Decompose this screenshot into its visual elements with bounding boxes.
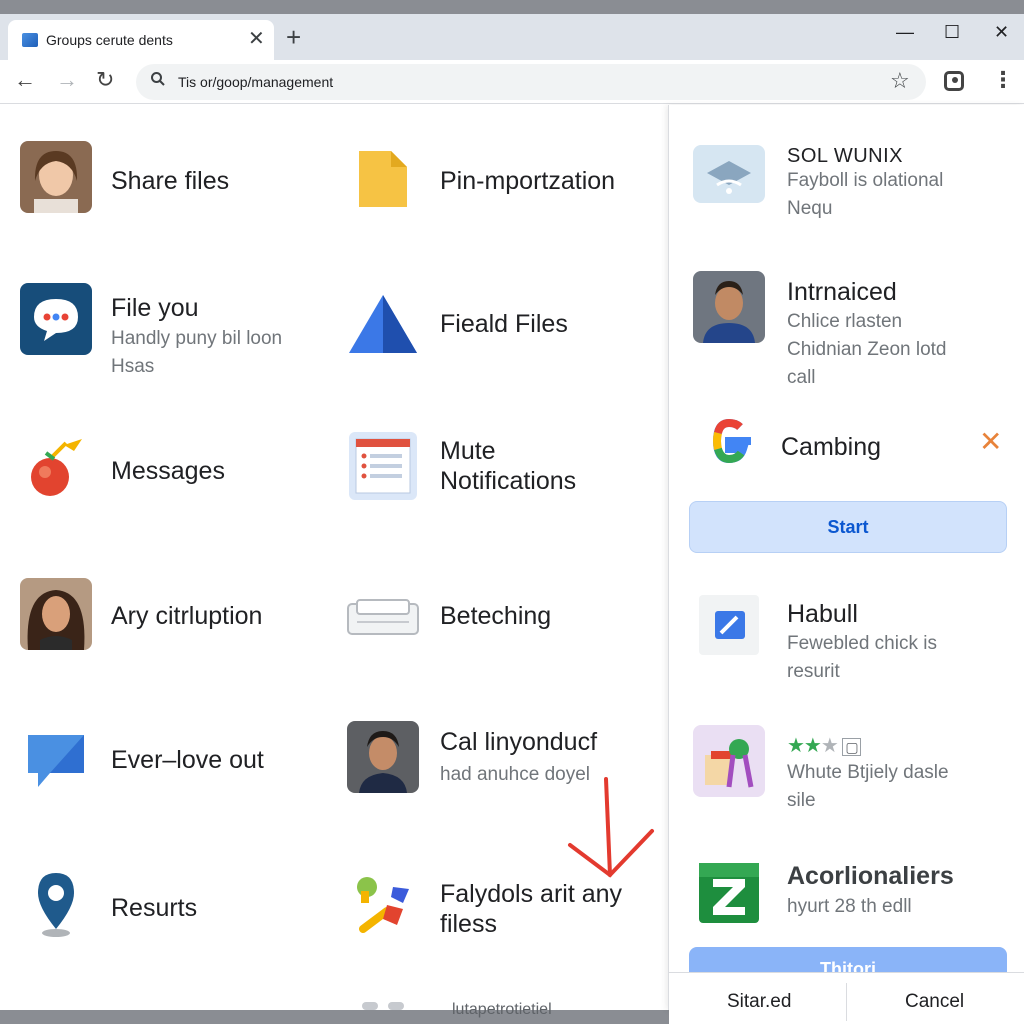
- pagination-dots[interactable]: [362, 997, 414, 1015]
- card-subtitle: Fewebled chick is resurit: [787, 633, 937, 682]
- rating-stars: ★★★ ▢: [787, 733, 861, 758]
- extension-icon[interactable]: [944, 71, 964, 91]
- message-icon: [28, 735, 84, 787]
- tab-title: Groups cerute dents: [46, 32, 173, 48]
- folder-icon: [359, 151, 407, 207]
- google-g-icon: [712, 418, 751, 464]
- back-button[interactable]: ←: [14, 66, 36, 94]
- card-subtitle: Chlice rlasten Chidnian Zeon lotd call: [787, 311, 947, 388]
- item-title: Cal linyonducf: [440, 728, 598, 756]
- browser-window: Groups cerute dents ✕ + — ☐ ✕ ← → ↻ Tis …: [0, 14, 1024, 1024]
- forward-button[interactable]: →: [56, 66, 78, 94]
- drive-triangle-icon: [349, 295, 417, 353]
- wifi-cloud-icon: [693, 145, 765, 203]
- dismiss-icon[interactable]: ✕: [979, 427, 1002, 457]
- side-panel: SOL WUNIX Fayboll is olational Nequ Intr…: [668, 105, 1024, 1024]
- app-illustration-icon: [693, 725, 765, 797]
- bookmark-star-icon[interactable]: ☆: [890, 68, 910, 94]
- shapes-icon: [357, 877, 409, 933]
- browser-menu-button[interactable]: ⋮: [992, 67, 1014, 93]
- fruit-icon: [31, 439, 82, 496]
- item-title: Messages: [111, 457, 225, 485]
- address-bar[interactable]: Tis or/goop/management ☆: [136, 64, 926, 100]
- reload-button[interactable]: ↻: [96, 66, 114, 94]
- user-avatar: [20, 578, 92, 650]
- item-subtitle: Handly puny bil loon Hsas: [111, 328, 283, 377]
- url-text[interactable]: Tis or/goop/management: [178, 74, 333, 90]
- card-title: Acorlionaliers: [787, 862, 954, 890]
- new-tab-button[interactable]: +: [286, 22, 301, 52]
- tab-strip: Groups cerute dents ✕ + — ☐ ✕: [0, 14, 1024, 60]
- item-title: Resurts: [111, 894, 198, 922]
- main-grid: Share files Pin-mportzation File you Han…: [0, 105, 668, 1018]
- annotation-arrow-icon: [568, 777, 654, 878]
- minimize-button[interactable]: —: [896, 22, 914, 42]
- active-tab[interactable]: Groups cerute dents ✕: [8, 20, 274, 60]
- item-title: Falydols arit any filess: [440, 880, 623, 938]
- item-title: Pin-mportzation: [440, 167, 616, 195]
- cancel-button[interactable]: Cancel: [905, 991, 964, 1013]
- footer-text: lutapetrotietiel: [452, 1001, 552, 1018]
- user-avatar: [693, 271, 765, 343]
- card-subtitle: Fayboll is olational Nequ: [787, 170, 944, 219]
- card-title: Cambing: [781, 433, 882, 461]
- user-avatar: [20, 141, 92, 213]
- printer-tray-icon: [347, 599, 419, 635]
- card-title: Habull: [787, 600, 858, 628]
- close-window-button[interactable]: ✕: [994, 22, 1009, 42]
- card-title: Intrnaiced: [787, 278, 897, 306]
- tab-close-icon[interactable]: ✕: [248, 28, 265, 50]
- chat-bubble-icon: [20, 283, 92, 355]
- start-button[interactable]: Start: [689, 501, 1007, 553]
- edit-square-icon: [699, 595, 759, 655]
- favicon-icon: [22, 33, 38, 47]
- user-avatar: [347, 721, 419, 793]
- document-list-icon: [349, 432, 417, 500]
- item-title: Ary citrluption: [111, 602, 263, 630]
- search-icon: [151, 72, 165, 86]
- z-app-icon: [699, 863, 759, 923]
- item-title: Share files: [111, 167, 230, 195]
- item-title: Fieald Files: [440, 310, 568, 338]
- map-pin-icon: [38, 873, 74, 937]
- item-title: File you: [111, 294, 199, 322]
- item-title: Mute Notifications: [440, 437, 577, 495]
- dialog-bar: Sitar.ed Cancel: [669, 972, 1024, 1024]
- item-title: Ever–love out: [111, 746, 264, 774]
- maximize-button[interactable]: ☐: [944, 22, 960, 42]
- item-title: Beteching: [440, 602, 552, 630]
- browser-toolbar: ← → ↻ Tis or/goop/management ☆ ⋮: [0, 60, 1024, 104]
- divider: [846, 983, 847, 1021]
- card-subtitle: hyurt 28 th edll: [787, 896, 912, 917]
- confirm-button[interactable]: Sitar.ed: [727, 991, 791, 1013]
- card-subtitle: Whute Btjiely dasle sile: [787, 762, 949, 811]
